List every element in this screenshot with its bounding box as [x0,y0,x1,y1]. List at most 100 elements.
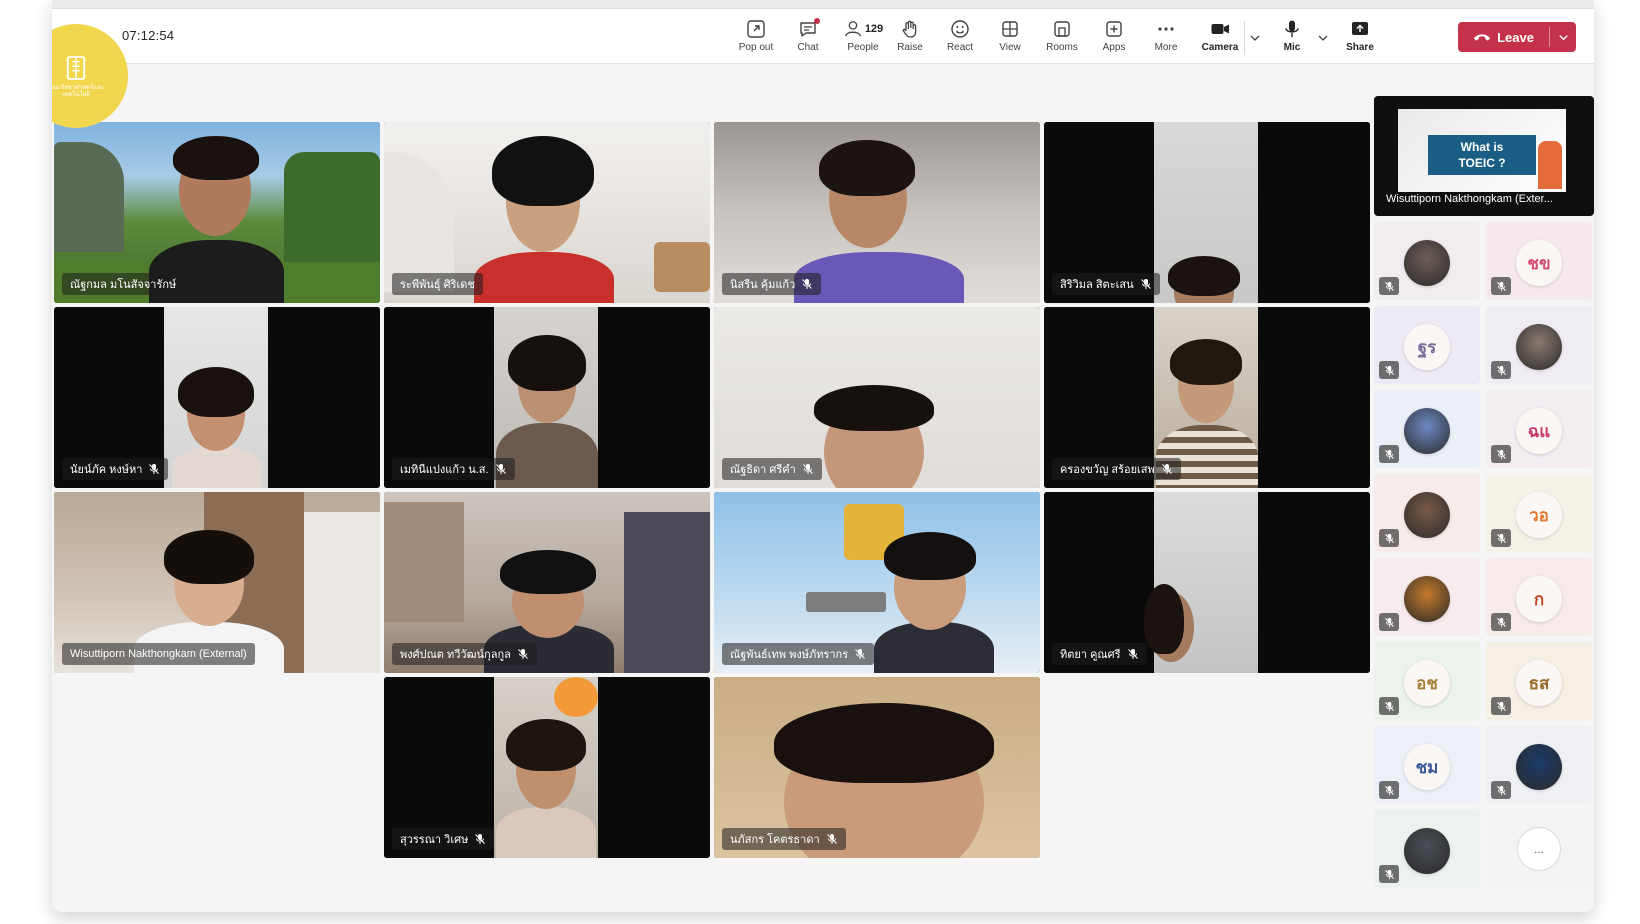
rooms-button[interactable]: Rooms [1036,18,1088,60]
participant-name-tag: ครองขวัญ สร้อยเสพ [1052,458,1181,480]
participant-name: ระพีพันธุ์ ศิริเดช [400,279,475,291]
muted-indicator [1491,613,1511,631]
video-tile[interactable]: ทิตยา คูณศรี [1044,492,1370,673]
video-tile[interactable]: ณัฐธิดา ศรีคำ [714,307,1040,488]
react-button[interactable]: React [934,18,986,60]
participant-name-tag: ทิตยา คูณศรี [1052,643,1147,665]
participant-name: พงศ์ปณต ทวีวัฒน์กุลกูล [400,649,511,661]
mic-button[interactable]: Mic [1266,18,1318,60]
mic-off-icon [826,834,837,844]
sidebar-participant[interactable]: ชม [1374,726,1480,804]
avatar: ฐร [1404,324,1450,370]
muted-indicator [1491,277,1511,295]
muted-indicator [1491,697,1511,715]
avatar [1516,744,1562,790]
apps-button[interactable]: Apps [1088,18,1140,60]
add-apps-icon [1106,21,1122,37]
video-tile[interactable]: ณัฐพันธ์เทพ พงษ์ภัทรากร [714,492,1040,673]
muted-indicator [1491,361,1511,379]
participant-name-tag: Wisuttiporn Nakthongkam (External) [62,643,255,665]
view-button[interactable]: View [984,18,1036,60]
pop-out-button[interactable]: Pop out [730,18,782,60]
mic-off-icon [1161,464,1172,474]
sidebar-participant[interactable] [1374,810,1480,888]
sidebar-participant[interactable] [1374,474,1480,552]
microphone-icon [1285,20,1299,37]
raise-label: Raise [897,42,923,53]
chat-unread-dot [814,18,820,24]
video-tile[interactable]: นิสรีน คุ้มแก้ว [714,122,1040,303]
sidebar-participant[interactable]: ชข [1486,222,1592,300]
leave-button[interactable]: Leave [1458,22,1549,52]
sidebar-participant[interactable] [1486,306,1592,384]
raise-hand-button[interactable]: Raise [884,18,936,60]
video-tile[interactable]: สุวรรณา วิเศษ [384,677,710,858]
video-tile[interactable]: นัยน์ภัค หงษ์หา [54,307,380,488]
camera-label: Camera [1201,42,1239,53]
video-tile[interactable]: Wisuttiporn Nakthongkam (External) [54,492,380,673]
raise-hand-icon [902,20,917,38]
participant-name: นัยน์ภัค หงษ์หา [70,464,143,476]
faculty-emblem-icon [66,55,86,80]
apps-label: Apps [1102,42,1126,53]
participant-name: ณัฐพันธ์เทพ พงษ์ภัทรากร [730,649,849,661]
mic-options-chevron-icon[interactable] [1316,31,1330,45]
sidebar-participant[interactable] [1374,558,1480,636]
mic-off-icon [1496,701,1506,711]
shared-slide: What is TOEIC ? [1398,109,1566,192]
avatar: ชข [1516,240,1562,286]
rooms-icon [1054,21,1070,37]
sidebar-participant[interactable]: ก [1486,558,1592,636]
sidebar-participant[interactable]: วอ [1486,474,1592,552]
mic-off-icon [1496,617,1506,627]
mic-off-icon [1496,533,1506,543]
meeting-toolbar: 07:12:54 Pop out Chat 129 People Raise R… [52,9,1594,64]
more-button[interactable]: More [1140,18,1192,60]
share-screen-icon [1352,22,1368,35]
sidebar-participant[interactable]: อช [1374,642,1480,720]
video-tile[interactable]: นภัสกร โคตรธาดา [714,677,1040,858]
sidebar-participant[interactable] [1486,726,1592,804]
chat-button[interactable]: Chat [782,18,834,60]
avatar [1404,576,1450,622]
muted-indicator [1379,781,1399,799]
sidebar-participant[interactable] [1374,390,1480,468]
participant-name-tag: เมทินีแปงแก้ว น.ส. [392,458,515,480]
video-tile[interactable]: เมทินีแปงแก้ว น.ส. [384,307,710,488]
video-tile[interactable]: พงศ์ปณต ทวีวัฒน์กุลกูล [384,492,710,673]
camera-options-chevron-icon[interactable] [1248,31,1262,45]
mic-off-icon [1496,281,1506,291]
avatar [1404,492,1450,538]
grid-view-icon [1002,21,1018,37]
leave-options-button[interactable] [1550,22,1576,52]
muted-indicator [1491,781,1511,799]
mic-off-icon [1384,533,1394,543]
rooms-label: Rooms [1046,42,1078,53]
participant-name: ณัฐกมล มโนสัจจารักษ์ [70,279,177,291]
sidebar-participant[interactable]: ฐร [1374,306,1480,384]
video-tile[interactable]: ระพีพันธุ์ ศิริเดช [384,122,710,303]
leave-label: Leave [1497,29,1534,45]
video-tile[interactable]: ครองขวัญ สร้อยเสพ [1044,307,1370,488]
sidebar-participant[interactable] [1374,222,1480,300]
participant-name-tag: ณัฐพันธ์เทพ พงษ์ภัทรากร [722,643,875,665]
camera-button[interactable]: Camera [1194,18,1246,60]
avatar [1404,240,1450,286]
sidebar-participant[interactable]: ฉแ [1486,390,1592,468]
muted-indicator [1379,697,1399,715]
share-button[interactable]: Share [1334,18,1386,60]
mic-off-icon [802,464,813,474]
more-label: More [1154,42,1178,53]
participant-name-tag: นัยน์ภัค หงษ์หา [62,458,169,480]
sidebar-participant[interactable]: ธส [1486,642,1592,720]
muted-indicator [1379,529,1399,547]
video-tile[interactable]: สิริวิมล สิตะเสน [1044,122,1370,303]
video-tile[interactable]: ณัฐกมล มโนสัจจารักษ์ [54,122,380,303]
mic-off-icon [517,649,528,659]
pop-out-icon [747,20,765,38]
pinned-presenter-tile[interactable]: What is TOEIC ? Wisuttiporn Nakthongkam … [1374,96,1594,216]
participant-name: ณัฐธิดา ศรีคำ [730,464,796,476]
more-participants-button[interactable]: ... [1486,810,1592,888]
muted-indicator [1379,445,1399,463]
avatar [1404,828,1450,874]
